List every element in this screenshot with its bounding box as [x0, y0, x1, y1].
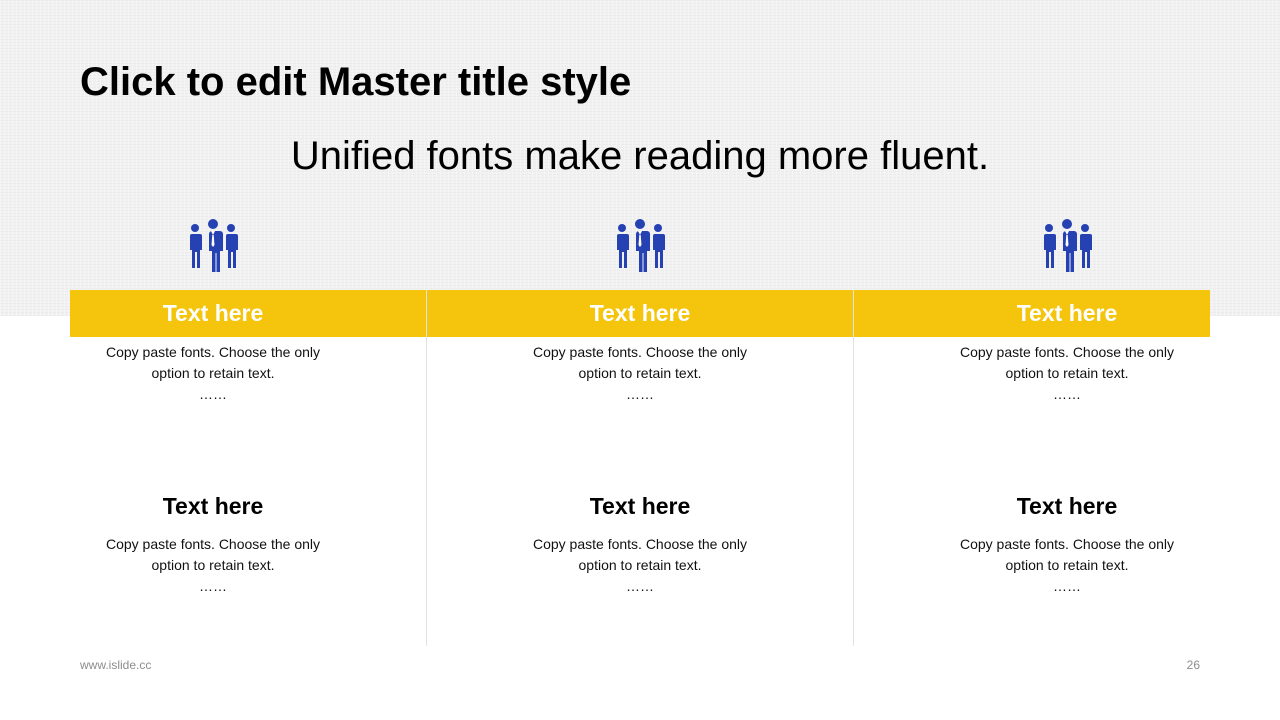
- text-ellipsis: ……: [626, 386, 654, 402]
- column-bottom-text: Copy paste fonts. Choose the only option…: [947, 534, 1187, 597]
- slide-subtitle: Unified fonts make reading more fluent.: [290, 134, 990, 178]
- column-2: Text here Copy paste fonts. Choose the o…: [427, 216, 853, 646]
- text-line: option to retain text.: [578, 557, 702, 573]
- column-1: Text here Copy paste fonts. Choose the o…: [70, 216, 426, 646]
- footer-website-link[interactable]: www.islide.cc: [80, 658, 151, 672]
- text-ellipsis: ……: [626, 578, 654, 594]
- text-ellipsis: ……: [199, 386, 227, 402]
- team-icon: [614, 218, 666, 274]
- column-header-text: Text here: [162, 300, 264, 326]
- column-header-bar: Text here: [427, 290, 853, 337]
- column-3: Text here Copy paste fonts. Choose the o…: [854, 216, 1210, 646]
- text-ellipsis: ……: [1053, 386, 1081, 402]
- column-header-bar: Text here: [854, 290, 1210, 337]
- text-line: option to retain text.: [1005, 365, 1129, 381]
- team-icon: [187, 218, 239, 274]
- column-top-text: Copy paste fonts. Choose the only option…: [93, 342, 333, 405]
- text-ellipsis: ……: [199, 578, 227, 594]
- text-line: Copy paste fonts. Choose the only: [532, 536, 748, 552]
- column-sub-heading: Text here: [589, 493, 691, 519]
- text-line: option to retain text.: [151, 557, 275, 573]
- column-header-text: Text here: [1016, 300, 1118, 326]
- text-line: option to retain text.: [578, 365, 702, 381]
- text-line: Copy paste fonts. Choose the only: [105, 344, 321, 360]
- column-bottom-text: Copy paste fonts. Choose the only option…: [93, 534, 333, 597]
- column-top-text: Copy paste fonts. Choose the only option…: [947, 342, 1187, 405]
- text-line: Copy paste fonts. Choose the only: [959, 536, 1175, 552]
- text-ellipsis: ……: [1053, 578, 1081, 594]
- text-line: Copy paste fonts. Choose the only: [532, 344, 748, 360]
- text-line: option to retain text.: [151, 365, 275, 381]
- column-bottom-text: Copy paste fonts. Choose the only option…: [520, 534, 760, 597]
- text-line: option to retain text.: [1005, 557, 1129, 573]
- page-number: 26: [1186, 658, 1200, 672]
- column-top-text: Copy paste fonts. Choose the only option…: [520, 342, 760, 405]
- column-header-text: Text here: [589, 300, 691, 326]
- column-sub-heading: Text here: [1016, 493, 1118, 519]
- text-line: Copy paste fonts. Choose the only: [105, 536, 321, 552]
- column-header-bar: Text here: [70, 290, 426, 337]
- slide-title: Click to edit Master title style: [80, 60, 632, 104]
- column-sub-heading: Text here: [162, 493, 264, 519]
- team-icon: [1041, 218, 1093, 274]
- text-line: Copy paste fonts. Choose the only: [959, 344, 1175, 360]
